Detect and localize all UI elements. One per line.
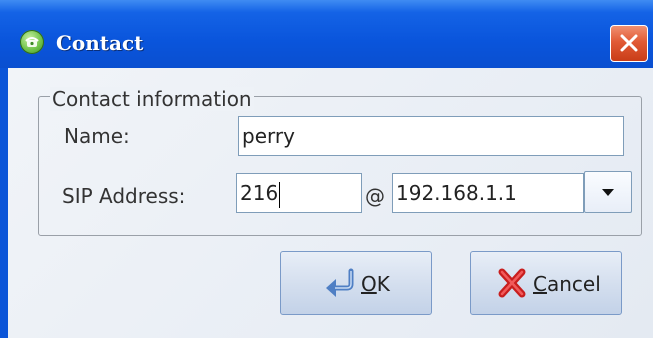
sip-address-label: SIP Address: — [62, 184, 186, 208]
cancel-button[interactable]: Cancel — [470, 251, 622, 315]
close-button[interactable] — [610, 25, 648, 62]
enter-arrow-icon — [326, 268, 354, 297]
phone-icon — [20, 30, 44, 54]
chevron-down-icon — [602, 189, 614, 196]
contact-dialog: Contact Contact information Name: perry … — [0, 0, 653, 338]
name-label: Name: — [64, 124, 130, 148]
group-title: Contact information — [50, 87, 254, 111]
at-symbol: @ — [365, 184, 385, 208]
window-title: Contact — [56, 31, 144, 55]
close-icon — [620, 34, 638, 52]
name-field[interactable]: perry — [238, 116, 624, 156]
title-bar[interactable]: Contact — [0, 0, 653, 68]
dialog-body: Contact information Name: perry SIP Addr… — [8, 68, 653, 338]
sip-user-value: 216 — [240, 181, 279, 205]
cancel-label: Cancel — [533, 272, 601, 296]
sip-user-field[interactable]: 216 — [236, 173, 362, 213]
text-caret — [279, 181, 281, 208]
ok-button[interactable]: OK — [280, 251, 432, 315]
red-x-icon — [498, 268, 526, 298]
ok-label: OK — [361, 272, 390, 296]
sip-host-dropdown-button[interactable] — [584, 171, 632, 213]
sip-host-combo-field[interactable]: 192.168.1.1 — [392, 173, 584, 213]
